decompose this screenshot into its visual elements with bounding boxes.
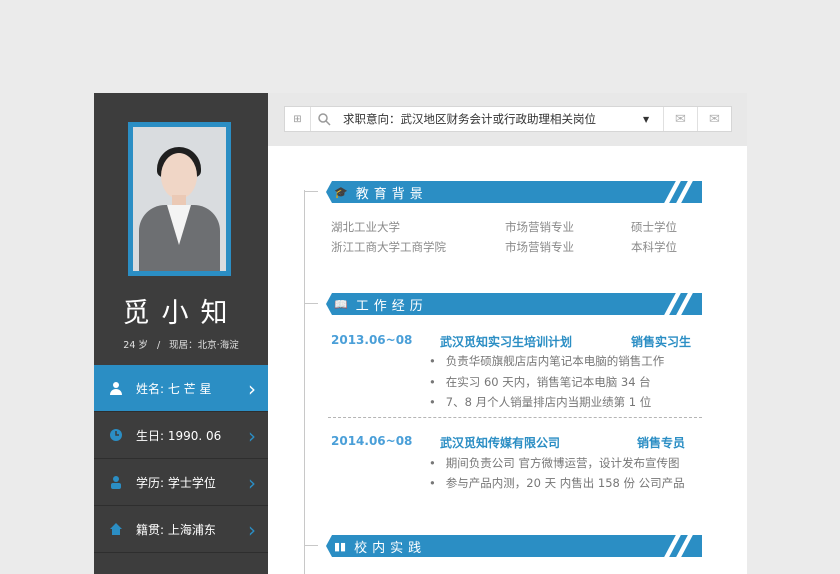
section-education-header: 🎓 教育背景: [326, 181, 702, 203]
info-label: 姓名: 七 芒 星: [136, 381, 212, 396]
divider: [328, 417, 702, 418]
profile-location: 现居：北京·海淀: [169, 340, 239, 351]
chevron-right-icon: ›: [248, 518, 256, 542]
profile-photo: [128, 122, 231, 276]
profile-age: 24 岁: [123, 340, 148, 351]
edu-school: 浙江工商大学工商学院: [331, 240, 446, 254]
open-mail-icon[interactable]: ✉: [697, 107, 731, 131]
sidebar: 觅小知 24 岁 / 现居：北京·海淀 姓名: 七 芒 星 › 生日: 1990…: [94, 93, 268, 574]
search-bar[interactable]: ⊞ 求职意向：武汉地区财务会计或行政助理相关岗位 ▼ ✉ ✉: [284, 106, 732, 132]
user-icon: [108, 380, 124, 396]
info-label: 生日: 1990. 06: [136, 428, 222, 443]
job-role: 销售实习生: [631, 335, 692, 349]
top-bar: ⊞ 求职意向：武汉地区财务会计或行政助理相关岗位 ▼ ✉ ✉: [268, 93, 747, 146]
section-title: 校内实践: [354, 540, 427, 556]
edu-major: 市场营销专业: [505, 240, 574, 254]
search-input[interactable]: 求职意向：武汉地区财务会计或行政助理相关岗位: [337, 111, 643, 127]
profile-separator: /: [156, 340, 161, 351]
dropdown-caret-icon[interactable]: ▼: [643, 115, 663, 124]
resume-sheet: 觅小知 24 岁 / 现居：北京·海淀 姓名: 七 芒 星 › 生日: 1990…: [94, 93, 747, 574]
graduate-icon: [108, 474, 124, 490]
info-label: 学历: 学士学位: [136, 475, 216, 490]
job-date: 2013.06~08: [331, 333, 413, 347]
windows-icon[interactable]: ⊞: [285, 107, 311, 131]
section-title: 工作经历: [355, 298, 428, 314]
info-item-education[interactable]: 学历: 学士学位 ›: [94, 459, 268, 506]
edu-degree: 硕士学位: [631, 220, 677, 234]
job-bullet: 负责华硕旗舰店店内笔记本电脑的销售工作: [429, 353, 665, 369]
search-icon[interactable]: [311, 107, 337, 131]
chevron-right-icon: ›: [248, 471, 256, 495]
clock-icon: [108, 427, 124, 443]
job-bullet: 参与产品内测，20 天 内售出 158 份 公司产品: [429, 475, 685, 491]
job-bullet: 期间负责公司 官方微博运营，设计发布宣传图: [429, 455, 680, 471]
edu-major: 市场营销专业: [505, 220, 574, 234]
info-item-hometown[interactable]: 籍贯: 上海浦东 ›: [94, 506, 268, 553]
chevron-right-icon: ›: [248, 424, 256, 448]
info-list: 姓名: 七 芒 星 › 生日: 1990. 06 › 学历: 学士学位 › 籍贯…: [94, 365, 268, 553]
chevron-right-icon: ›: [248, 377, 256, 401]
profile-meta: 24 岁 / 现居：北京·海淀: [94, 337, 268, 351]
info-label: 籍贯: 上海浦东: [136, 522, 216, 537]
edu-school: 湖北工业大学: [331, 220, 400, 234]
timeline-line: [304, 190, 305, 574]
book-icon: 📖: [334, 297, 348, 311]
job-role: 销售专员: [637, 436, 686, 450]
section-practice-header: ▮▮ 校内实践: [326, 535, 702, 557]
info-item-birthday[interactable]: 生日: 1990. 06 ›: [94, 412, 268, 459]
bar-chart-icon: ▮▮: [334, 539, 347, 553]
edu-degree: 本科学位: [631, 240, 677, 254]
job-bullet: 7、8 月个人销量排店内当期业绩第 1 位: [429, 394, 651, 410]
section-title: 教育背景: [355, 186, 428, 202]
profile-name: 觅小知: [122, 298, 240, 329]
job-date: 2014.06~08: [331, 434, 413, 448]
job-company: 武汉觅知实习生培训计划: [440, 335, 573, 349]
mail-icon[interactable]: ✉: [663, 107, 697, 131]
job-bullet: 在实习 60 天内，销售笔记本电脑 34 台: [429, 374, 651, 390]
graduation-cap-icon: 🎓: [334, 185, 348, 199]
section-work-header: 📖 工作经历: [326, 293, 702, 315]
info-item-name[interactable]: 姓名: 七 芒 星 ›: [94, 365, 268, 412]
home-icon: [108, 521, 124, 537]
job-company: 武汉觅知传媒有限公司: [440, 436, 561, 450]
